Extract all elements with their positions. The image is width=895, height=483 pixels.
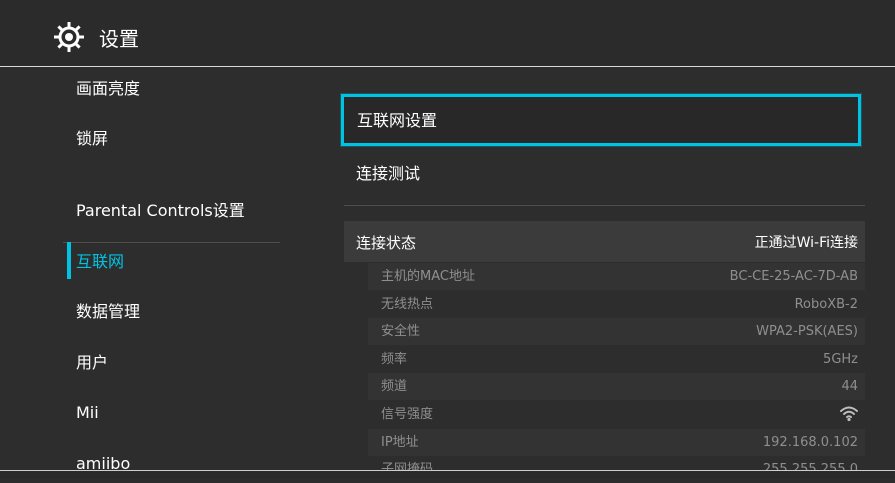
detail-row-channel: 频道 44 [368,373,865,400]
detail-value: 5GHz [823,352,858,367]
detail-value: 44 [841,379,858,394]
connection-status-label: 连接状态 [356,234,417,252]
detail-value: RoboXB-2 [794,297,858,312]
sidebar-selection-indicator [67,242,71,279]
detail-label: 信号强度 [381,407,434,422]
detail-row-signal-strength: 信号强度 [368,401,865,428]
detail-row-mac: 主机的MAC地址 BC-CE-25-AC-7D-AB [368,263,865,290]
sidebar-item-internet[interactable]: 互联网 [76,252,124,272]
sidebar: 画面亮度 锁屏 Parental Controls设置 互联网 数据管理 用户 … [0,67,301,473]
internet-settings-button[interactable]: 互联网设置 [341,94,861,146]
detail-row-ip-address: IP地址 192.168.0.102 [368,429,865,456]
sidebar-item-data-management[interactable]: 数据管理 [76,302,140,322]
wifi-signal-icon [840,406,858,422]
detail-value: 192.168.0.102 [762,435,858,450]
detail-value: WPA2-PSK(AES) [756,324,858,339]
sidebar-item-users[interactable]: 用户 [76,353,108,373]
detail-label: 频率 [381,352,408,367]
sidebar-item-parental-controls[interactable]: Parental Controls设置 [76,201,245,221]
sidebar-divider [63,242,280,243]
detail-label: 主机的MAC地址 [381,269,475,284]
detail-row-security: 安全性 WPA2-PSK(AES) [368,318,865,345]
gear-icon [54,22,84,52]
internet-settings-label: 互联网设置 [357,111,438,130]
detail-row-access-point: 无线热点 RoboXB-2 [368,291,865,318]
detail-label: 无线热点 [381,297,434,312]
sidebar-item-mii[interactable]: Mii [76,403,99,423]
connection-status-value: 正通过Wi-Fi连接 [754,235,858,251]
connection-test-button[interactable]: 连接测试 [356,164,420,184]
sidebar-item-screen-lock[interactable]: 锁屏 [76,129,108,149]
header-bar: 设置 [0,0,895,67]
detail-value: BC-CE-25-AC-7D-AB [729,269,858,284]
page-title: 设置 [99,27,139,51]
detail-label: IP地址 [381,435,419,450]
footer-bar [0,471,895,479]
detail-row-frequency: 频率 5GHz [368,346,865,373]
section-divider [344,205,865,206]
connection-status-row: 连接状态 正通过Wi-Fi连接 [344,221,865,262]
detail-label: 安全性 [381,324,421,339]
main-panel: 互联网设置 连接测试 连接状态 正通过Wi-Fi连接 主机的MAC地址 BC-C… [301,67,895,477]
detail-label: 频道 [381,379,408,394]
sidebar-item-screen-brightness[interactable]: 画面亮度 [76,79,140,99]
